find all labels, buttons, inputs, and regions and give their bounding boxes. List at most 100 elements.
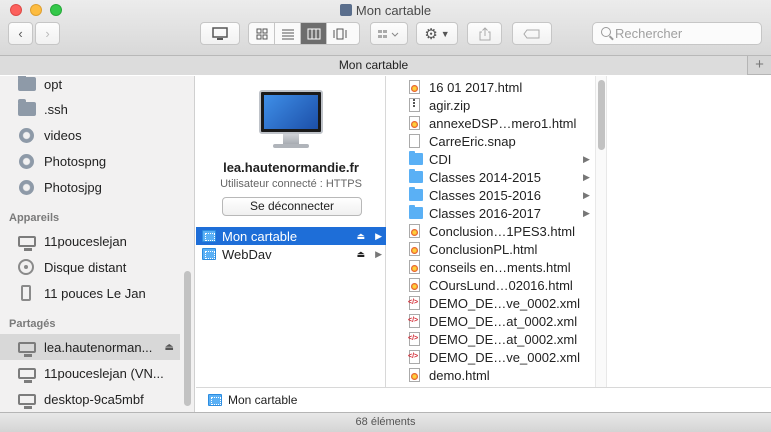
display-icon (18, 367, 36, 383)
file-name: ConclusionPL.html (429, 241, 538, 257)
file-row[interactable]: DEMO_DE…at_0002.xml (387, 330, 595, 348)
icon-view-button[interactable] (249, 23, 275, 44)
file-row[interactable]: Classes 2015-2016 ▶ (387, 186, 595, 204)
sidebar-item-lea-hautenormandie[interactable]: lea.hautenorman... ⏏ (0, 334, 180, 360)
list-view-button[interactable] (275, 23, 301, 44)
sidebar-item-disque-distant[interactable]: Disque distant (0, 254, 180, 280)
network-folder-icon (202, 248, 216, 260)
edit-tags-button[interactable] (512, 22, 552, 45)
file-name: demo.html (429, 367, 490, 383)
sidebar-item-11pouceslejan-vnc[interactable]: 11pouceslejan (VN... (0, 360, 180, 386)
disconnect-button[interactable]: Se déconnecter (222, 197, 362, 216)
share-button[interactable] (467, 22, 502, 45)
eject-icon[interactable]: ⏏ (357, 231, 366, 242)
sidebar-item-11pouceslejan[interactable]: 11pouceslejan (0, 228, 180, 254)
file-row[interactable]: annexeDSP…mero1.html (387, 114, 595, 132)
cover-flow-button[interactable] (327, 23, 353, 44)
folder-icon (409, 187, 423, 201)
eject-icon[interactable]: ⏏ (357, 249, 366, 260)
file-name: Classes 2016-2017 (429, 205, 542, 221)
gear-folder-icon (19, 179, 34, 195)
html-file-icon (409, 80, 420, 94)
file-name: agir.zip (429, 97, 471, 113)
file-row[interactable]: Classes 2014-2015 ▶ (387, 168, 595, 186)
html-file-icon (409, 224, 420, 238)
chevron-right-icon: ▶ (375, 248, 382, 259)
window-title: Mon cartable (0, 3, 771, 18)
folder-icon (409, 151, 423, 165)
file-row[interactable]: DEMO_DE…ve_0002.xml (387, 294, 595, 312)
server-column: lea.hautenormandie.fr Utilisateur connec… (196, 76, 386, 387)
eject-icon[interactable]: ⏏ (165, 342, 174, 353)
window-toolbar: Mon cartable ‹ › ⚙ ▼ (0, 0, 771, 56)
new-tab-button[interactable]: + (748, 56, 771, 75)
file-row[interactable]: 16 01 2017.html (387, 78, 595, 96)
xml-file-icon (408, 350, 420, 364)
file-name: 16 01 2017.html (429, 79, 523, 95)
file-row[interactable]: demo.html (387, 366, 595, 384)
sidebar-item-opt[interactable]: opt (0, 76, 180, 97)
search-field[interactable] (592, 22, 762, 45)
folder-icon (409, 169, 423, 183)
file-row[interactable]: DEMO_DE…at_0002.xml (387, 312, 595, 330)
file-name: DEMO_DE…at_0002.xml (429, 313, 578, 329)
forward-button[interactable]: › (35, 22, 60, 45)
sidebar-item-ssh[interactable]: .ssh (0, 96, 180, 122)
item-count: 68 éléments (355, 416, 416, 428)
action-button[interactable]: ⚙ ▼ (416, 22, 458, 45)
file-name: CDI (429, 151, 452, 167)
computer-icon (212, 26, 228, 40)
search-icon (601, 27, 611, 37)
file-row[interactable]: Classes 2016-2017 ▶ (387, 204, 595, 222)
xml-file-icon (408, 332, 420, 346)
files-column: 16 01 2017.html agir.zip annexeDSP…mero1.h… (387, 76, 770, 387)
file-name: DEMO_DE…at_0002.xml (429, 331, 578, 347)
file-name: annexeDSP…mero1.html (429, 115, 577, 131)
server-name: lea.hautenormandie.fr (223, 160, 359, 175)
chevron-right-icon: › (45, 26, 50, 41)
display-icon (18, 341, 36, 357)
status-bar: 68 éléments (0, 412, 771, 432)
path-item-mon-cartable[interactable]: Mon cartable (228, 393, 297, 407)
share-mon-cartable[interactable]: Mon cartable ⏏ ▶ (196, 227, 386, 245)
tab-mon-cartable[interactable]: Mon cartable (0, 56, 748, 75)
html-file-icon (409, 278, 420, 292)
html-file-icon (409, 116, 420, 130)
zip-file-icon (409, 98, 420, 112)
file-name: DEMO_DE…ve_0002.xml (429, 349, 580, 365)
sidebar-item-photospng[interactable]: Photospng (0, 148, 180, 174)
gear-icon: ⚙ (424, 25, 438, 43)
file-row[interactable]: Conclusion…1PES3.html (387, 222, 595, 240)
file-row[interactable]: CDI ▶ (387, 150, 595, 168)
disk-icon (18, 259, 34, 275)
folder-icon (18, 76, 36, 91)
html-file-icon (409, 260, 420, 274)
search-input[interactable] (615, 26, 755, 41)
share-webdav[interactable]: WebDav ⏏ ▶ (196, 245, 386, 263)
network-folder-icon (202, 230, 216, 242)
scroll-thumb[interactable] (598, 80, 605, 150)
column-view-button[interactable] (301, 23, 327, 44)
file-row[interactable]: CarreEric.snap (387, 132, 595, 150)
view-mode-control[interactable] (248, 22, 360, 45)
share-icon (479, 26, 490, 40)
file-row[interactable]: DEMO_DE…ve_0002.xml (387, 348, 595, 366)
computer-button[interactable] (200, 22, 240, 45)
sidebar-scrollbar[interactable] (184, 271, 191, 406)
file-row[interactable]: agir.zip (387, 96, 595, 114)
folder-icon (18, 99, 36, 116)
arrange-button[interactable] (370, 22, 408, 45)
files-scrollbar[interactable] (595, 76, 607, 387)
chevron-right-icon: ▶ (583, 207, 590, 218)
back-button[interactable]: ‹ (8, 22, 33, 45)
computer-icon (259, 90, 323, 154)
sidebar-item-videos[interactable]: videos (0, 122, 180, 148)
sidebar-item-desktop-9ca5mbf[interactable]: desktop-9ca5mbf (0, 386, 180, 412)
display-icon (18, 393, 36, 409)
file-row[interactable]: COursLund…02016.html (387, 276, 595, 294)
sidebar-item-photosjpg[interactable]: Photosjpg (0, 174, 180, 200)
connection-status: Utilisateur connecté : HTTPS (220, 178, 362, 190)
sidebar-item-11-pouces-le-jan[interactable]: 11 pouces Le Jan (0, 280, 180, 306)
file-row[interactable]: conseils en…ments.html (387, 258, 595, 276)
file-row[interactable]: ConclusionPL.html (387, 240, 595, 258)
